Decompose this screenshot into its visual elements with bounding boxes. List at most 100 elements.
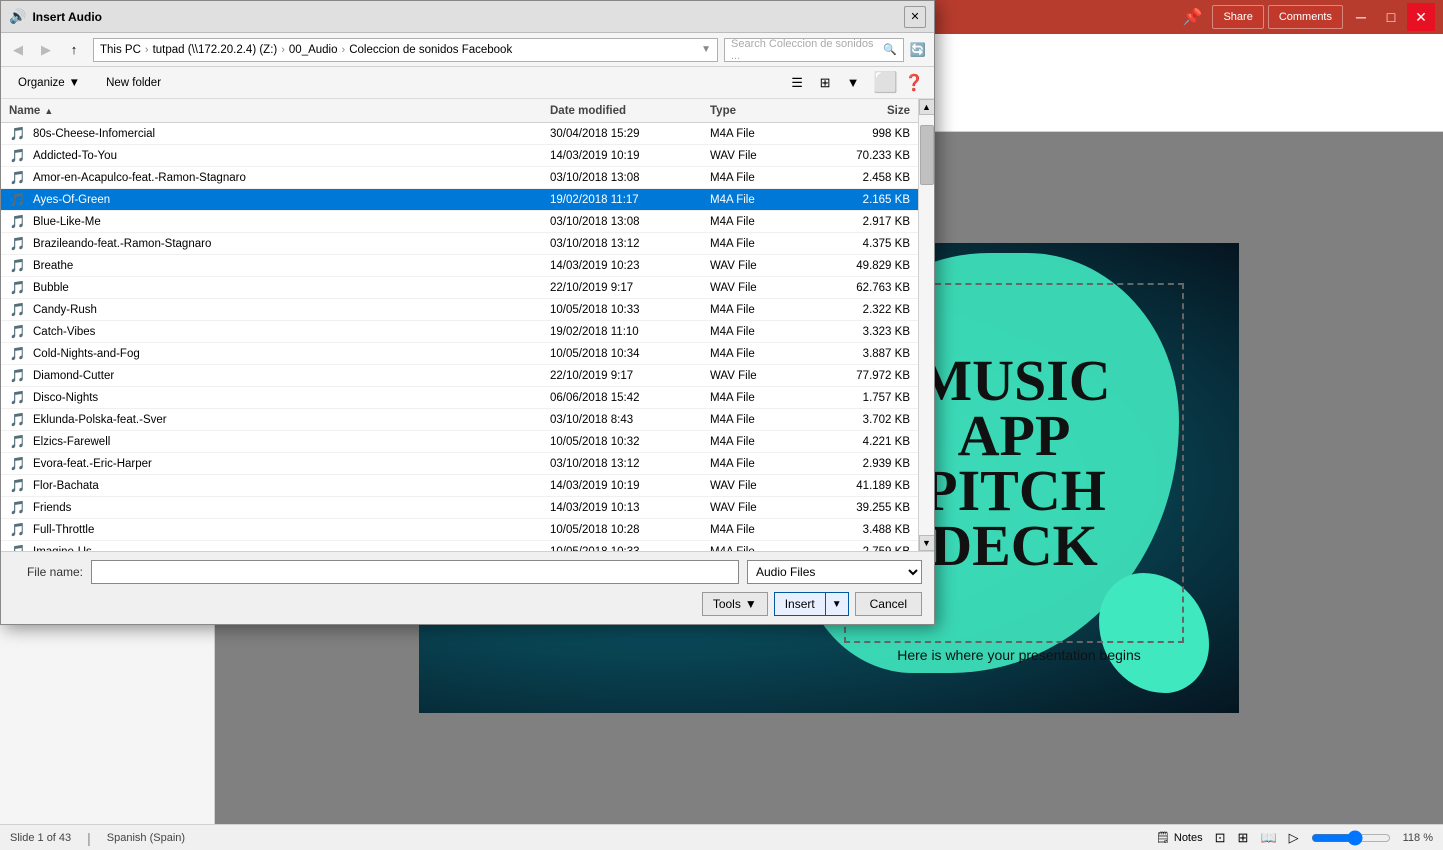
file-size: 3.488 KB xyxy=(810,524,910,536)
file-name: Amor-en-Acapulco-feat.-Ramon-Stagnaro xyxy=(33,172,550,184)
file-icon: 🎵 xyxy=(9,477,27,495)
file-row[interactable]: 🎵 Eklunda-Polska-feat.-Sver 03/10/2018 8… xyxy=(1,409,918,431)
scroll-down-button[interactable]: ▼ xyxy=(919,535,935,551)
file-date: 03/10/2018 13:12 xyxy=(550,238,710,250)
file-date: 19/02/2018 11:10 xyxy=(550,326,710,338)
file-name: 80s-Cheese-Infomercial xyxy=(33,132,550,140)
file-icon: 🎵 xyxy=(9,411,27,429)
file-date: 03/10/2018 13:12 xyxy=(550,458,710,470)
file-date: 10/05/2018 10:28 xyxy=(550,524,710,536)
file-row[interactable]: 🎵 Cold-Nights-and-Fog 10/05/2018 10:34 M… xyxy=(1,343,918,365)
file-name: Disco-Nights xyxy=(33,392,550,404)
file-size: 4.221 KB xyxy=(810,436,910,448)
file-icon: 🎵 xyxy=(9,132,27,143)
file-icon: 🎵 xyxy=(9,169,27,187)
scroll-thumb[interactable] xyxy=(920,132,934,185)
file-row[interactable]: 🎵 Catch-Vibes 19/02/2018 11:10 M4A File … xyxy=(1,321,918,343)
file-row[interactable]: 🎵 Brazileando-feat.-Ramon-Stagnaro 03/10… xyxy=(1,233,918,255)
file-name: Ayes-Of-Green xyxy=(33,194,550,206)
file-name: Eklunda-Polska-feat.-Sver xyxy=(33,414,550,426)
file-size: 1.757 KB xyxy=(810,392,910,404)
scrollbar[interactable]: ▲ ▼ xyxy=(918,132,934,551)
file-row[interactable]: 🎵 Blue-Like-Me 03/10/2018 13:08 M4A File… xyxy=(1,211,918,233)
file-rows: 🎵 80s-Cheese-Infomercial 30/04/2018 15:2… xyxy=(1,132,918,551)
file-row[interactable]: 🎵 Candy-Rush 10/05/2018 10:33 M4A File 2… xyxy=(1,299,918,321)
file-name: Catch-Vibes xyxy=(33,326,550,338)
file-date: 22/10/2019 9:17 xyxy=(550,282,710,294)
file-icon: 🎵 xyxy=(9,455,27,473)
file-row[interactable]: 🎵 Amor-en-Acapulco-feat.-Ramon-Stagnaro … xyxy=(1,167,918,189)
file-name: Candy-Rush xyxy=(33,304,550,316)
file-name: Diamond-Cutter xyxy=(33,370,550,382)
file-size: 62.763 KB xyxy=(810,282,910,294)
tools-button[interactable]: Tools ▼ xyxy=(702,592,768,616)
file-icon: 🎵 xyxy=(9,499,27,517)
file-date: 10/05/2018 10:34 xyxy=(550,348,710,360)
file-type: M4A File xyxy=(710,414,810,426)
file-list: Name ▲ Date modified Type Size xyxy=(1,132,918,551)
file-row[interactable]: 🎵 80s-Cheese-Infomercial 30/04/2018 15:2… xyxy=(1,132,918,145)
insert-audio-dialog: 🔊 Insert Audio ✕ ◀ ▶ ↑ This PC › tutpad … xyxy=(0,132,935,625)
file-row[interactable]: 🎵 Friends 14/03/2019 10:13 WAV File 39.2… xyxy=(1,497,918,519)
file-row[interactable]: 🎵 Breathe 14/03/2019 10:23 WAV File 49.8… xyxy=(1,255,918,277)
file-row[interactable]: 🎵 Ayes-Of-Green 19/02/2018 11:17 M4A Fil… xyxy=(1,189,918,211)
file-row[interactable]: 🎵 Imagine-Us 10/05/2018 10:33 M4A File 2… xyxy=(1,541,918,551)
file-type: WAV File xyxy=(710,502,810,514)
file-type: WAV File xyxy=(710,480,810,492)
file-type: M4A File xyxy=(710,458,810,470)
file-date: 06/06/2018 15:42 xyxy=(550,392,710,404)
file-size: 998 KB xyxy=(810,132,910,140)
file-name: Friends xyxy=(33,502,550,514)
file-row[interactable]: 🎵 Full-Throttle 10/05/2018 10:28 M4A Fil… xyxy=(1,519,918,541)
file-date: 03/10/2018 8:43 xyxy=(550,414,710,426)
file-date: 22/10/2019 9:17 xyxy=(550,370,710,382)
filetype-select[interactable]: Audio Files All Files xyxy=(747,560,922,584)
file-row[interactable]: 🎵 Elzics-Farewell 10/05/2018 10:32 M4A F… xyxy=(1,431,918,453)
file-row[interactable]: 🎵 Evora-feat.-Eric-Harper 03/10/2018 13:… xyxy=(1,453,918,475)
file-icon: 🎵 xyxy=(9,543,27,552)
file-size: 2.322 KB xyxy=(810,304,910,316)
scroll-track[interactable] xyxy=(919,132,935,535)
file-type: M4A File xyxy=(710,238,810,250)
file-icon: 🎵 xyxy=(9,235,27,253)
file-row[interactable]: 🎵 Flor-Bachata 14/03/2019 10:19 WAV File… xyxy=(1,475,918,497)
file-icon: 🎵 xyxy=(9,345,27,363)
file-size: 70.233 KB xyxy=(810,150,910,162)
file-row[interactable]: 🎵 Bubble 22/10/2019 9:17 WAV File 62.763… xyxy=(1,277,918,299)
file-date: 03/10/2018 13:08 xyxy=(550,172,710,184)
file-row[interactable]: 🎵 Addicted-To-You 14/03/2019 10:19 WAV F… xyxy=(1,145,918,167)
file-name: Brazileando-feat.-Ramon-Stagnaro xyxy=(33,238,550,250)
file-icon: 🎵 xyxy=(9,521,27,539)
file-list-container: Name ▲ Date modified Type Size xyxy=(1,132,934,551)
file-type: M4A File xyxy=(710,326,810,338)
file-type: M4A File xyxy=(710,194,810,206)
file-size: 2.458 KB xyxy=(810,172,910,184)
insert-button[interactable]: Insert ▼ xyxy=(774,592,849,616)
file-row[interactable]: 🎵 Disco-Nights 06/06/2018 15:42 M4A File… xyxy=(1,387,918,409)
file-size: 2.939 KB xyxy=(810,458,910,470)
file-date: 14/03/2019 10:19 xyxy=(550,480,710,492)
file-name: Bubble xyxy=(33,282,550,294)
file-size: 39.255 KB xyxy=(810,502,910,514)
file-icon: 🎵 xyxy=(9,389,27,407)
dialog-bottom: File name: Audio Files All Files Tools ▼ xyxy=(1,551,934,624)
file-type: WAV File xyxy=(710,370,810,382)
cancel-button[interactable]: Cancel xyxy=(855,592,922,616)
filename-row: File name: Audio Files All Files xyxy=(13,560,922,584)
file-type: M4A File xyxy=(710,172,810,184)
file-date: 03/10/2018 13:08 xyxy=(550,216,710,228)
filename-label: File name: xyxy=(13,565,83,579)
file-row[interactable]: 🎵 Diamond-Cutter 22/10/2019 9:17 WAV Fil… xyxy=(1,365,918,387)
file-size: 4.375 KB xyxy=(810,238,910,250)
file-icon: 🎵 xyxy=(9,257,27,275)
filename-input[interactable] xyxy=(91,560,739,584)
file-icon: 🎵 xyxy=(9,301,27,319)
file-size: 3.702 KB xyxy=(810,414,910,426)
insert-arrow[interactable]: ▼ xyxy=(825,593,848,615)
file-name: Breathe xyxy=(33,260,550,272)
file-size: 49.829 KB xyxy=(810,260,910,272)
file-date: 14/03/2019 10:19 xyxy=(550,150,710,162)
file-type: M4A File xyxy=(710,524,810,536)
file-type: M4A File xyxy=(710,304,810,316)
file-icon: 🎵 xyxy=(9,213,27,231)
